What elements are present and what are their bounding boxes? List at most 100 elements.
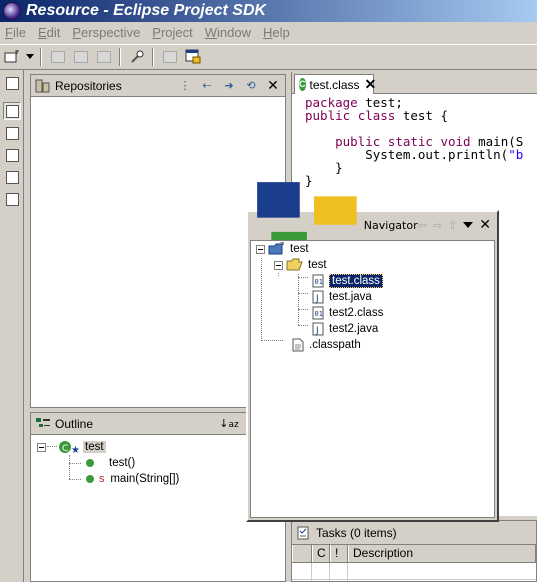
new-wizard-button[interactable]	[1, 47, 23, 67]
navigator-tree[interactable]: test test 01 test.class J test.java 01 t…	[250, 240, 495, 518]
tasks-view-title: Tasks (0 items)	[316, 525, 397, 540]
tasks-col-description[interactable]: Description	[348, 545, 536, 562]
tasks-view-header: Tasks (0 items)	[292, 521, 536, 545]
collapse-toggle[interactable]	[256, 244, 265, 254]
menu-edit[interactable]: Edit	[33, 25, 65, 40]
code-string: "b	[508, 147, 524, 162]
svg-text:01: 01	[315, 310, 323, 318]
perspective-icon	[6, 149, 19, 162]
toolbar-separator	[152, 48, 154, 66]
class-icon: C ★	[59, 441, 79, 454]
navigator-up-button[interactable]: ⇧	[448, 217, 457, 233]
code-line[interactable]: public class test {	[305, 109, 523, 122]
navigator-project-label: test	[290, 243, 309, 255]
refresh-icon: ⟲	[246, 79, 256, 92]
navigator-view: Navigator ⇦ ⇨ ⇧ ✕ test test 01 test.clas…	[246, 182, 499, 522]
menu-project[interactable]: Project	[147, 25, 197, 40]
resource-perspective-icon	[6, 105, 19, 118]
new-dropdown-button[interactable]	[24, 47, 36, 67]
repositories-close-button[interactable]: ✕	[265, 78, 281, 94]
tree-connector	[298, 309, 308, 310]
navigator-file-node[interactable]: 01 test.class	[311, 273, 383, 289]
shortcut-perspective-4-button[interactable]	[3, 168, 21, 186]
navigator-view-title: Navigator	[363, 218, 418, 232]
code-line[interactable]: }	[305, 161, 523, 174]
save-all-button[interactable]	[70, 47, 92, 67]
toolbar-separator	[119, 48, 121, 66]
svg-text:J: J	[315, 294, 319, 304]
open-folder-icon	[286, 258, 303, 271]
sort-az-icon: ↓az	[219, 417, 239, 430]
toolbar-separator	[40, 48, 42, 66]
window-title-bar[interactable]: Resource - Eclipse Project SDK	[0, 0, 537, 22]
tree-connector	[261, 253, 262, 341]
tree-icon: ⋮	[179, 79, 191, 92]
editor-tab-test-class[interactable]: C test.class ✕	[294, 74, 377, 94]
navigator-menu-button[interactable]	[463, 217, 474, 233]
outline-class-node[interactable]: C ★ test	[37, 439, 106, 455]
editor-tab-close-button[interactable]: ✕	[365, 76, 377, 93]
perspective-icon	[6, 127, 19, 140]
close-icon: ✕	[364, 76, 377, 92]
menu-file[interactable]: File	[0, 25, 31, 40]
sort-members-button[interactable]: ↓az	[219, 416, 239, 432]
tasks-col-c[interactable]: C	[312, 545, 330, 562]
shortcut-new-perspective-button[interactable]	[3, 74, 21, 92]
save-button[interactable]	[47, 47, 69, 67]
svg-text:C: C	[62, 444, 68, 454]
tasks-table[interactable]	[292, 563, 536, 581]
shortcut-resource-perspective-button[interactable]	[3, 102, 21, 120]
static-modifier-icon: S	[99, 474, 105, 484]
navigator-file-node[interactable]: J test2.java	[311, 321, 378, 337]
code-text: test {	[395, 108, 449, 123]
menu-help[interactable]: Help	[258, 25, 295, 40]
new-perspective-icon	[6, 77, 19, 90]
main-toolbar	[0, 44, 537, 70]
open-type-icon	[163, 51, 177, 63]
tasks-column-header: C ! Description	[292, 545, 536, 563]
back-icon: ⇦	[417, 218, 427, 232]
shortcut-perspective-3-button[interactable]	[3, 146, 21, 164]
outline-member[interactable]: test()	[85, 455, 135, 471]
svg-text:01: 01	[315, 278, 323, 286]
shortcut-perspective-2-button[interactable]	[3, 124, 21, 142]
open-perspective-button[interactable]	[182, 47, 204, 67]
repositories-toolbar-button-2[interactable]: ⇠	[199, 78, 215, 94]
close-icon: ✕	[267, 77, 279, 94]
navigator-close-button[interactable]: ✕	[479, 217, 491, 233]
repositories-toolbar-button-1[interactable]: ⋮	[177, 78, 193, 94]
print-button[interactable]	[93, 47, 115, 67]
forward-icon: ➔	[224, 79, 234, 92]
shortcut-debug-perspective-button[interactable]	[3, 190, 21, 208]
tree-connector	[261, 340, 283, 341]
perspective-icon	[6, 171, 19, 184]
menu-bar: File Edit Perspective Project Window Hel…	[0, 22, 537, 42]
navigator-file-node[interactable]: J test.java	[311, 289, 372, 305]
repositories-toolbar-button-3[interactable]: ➔	[221, 78, 237, 94]
navigator-folder-node[interactable]: test	[274, 257, 327, 273]
outline-member[interactable]: S main(String[])	[85, 471, 179, 487]
repositories-refresh-button[interactable]: ⟲	[243, 78, 259, 94]
eclipse-app-icon[interactable]	[3, 2, 21, 20]
navigator-classpath-node[interactable]: .classpath	[291, 337, 361, 353]
collapse-toggle[interactable]	[37, 442, 46, 452]
close-icon: ✕	[479, 217, 491, 233]
menu-perspective[interactable]: Perspective	[67, 25, 145, 40]
navigator-file-node[interactable]: 01 test2.class	[311, 305, 383, 321]
source-code[interactable]: package test; public class test { public …	[305, 96, 523, 187]
navigator-back-button[interactable]: ⇦	[418, 217, 427, 233]
collapse-toggle[interactable]	[274, 260, 283, 270]
debug-perspective-icon	[6, 193, 19, 206]
tree-connector	[69, 479, 81, 480]
outline-member-label: test()	[109, 457, 136, 469]
menu-window[interactable]: Window	[200, 25, 256, 40]
tasks-col-priority[interactable]: !	[330, 545, 348, 562]
search-button[interactable]	[126, 47, 148, 67]
navigator-view-header[interactable]: Navigator ⇦ ⇨ ⇧ ✕	[250, 182, 495, 268]
navigator-project-node[interactable]: test	[256, 241, 309, 257]
navigator-forward-button[interactable]: ⇨	[433, 217, 442, 233]
perspective-icon	[185, 49, 201, 64]
open-type-button[interactable]	[159, 47, 181, 67]
tasks-col-complete[interactable]	[292, 545, 312, 562]
